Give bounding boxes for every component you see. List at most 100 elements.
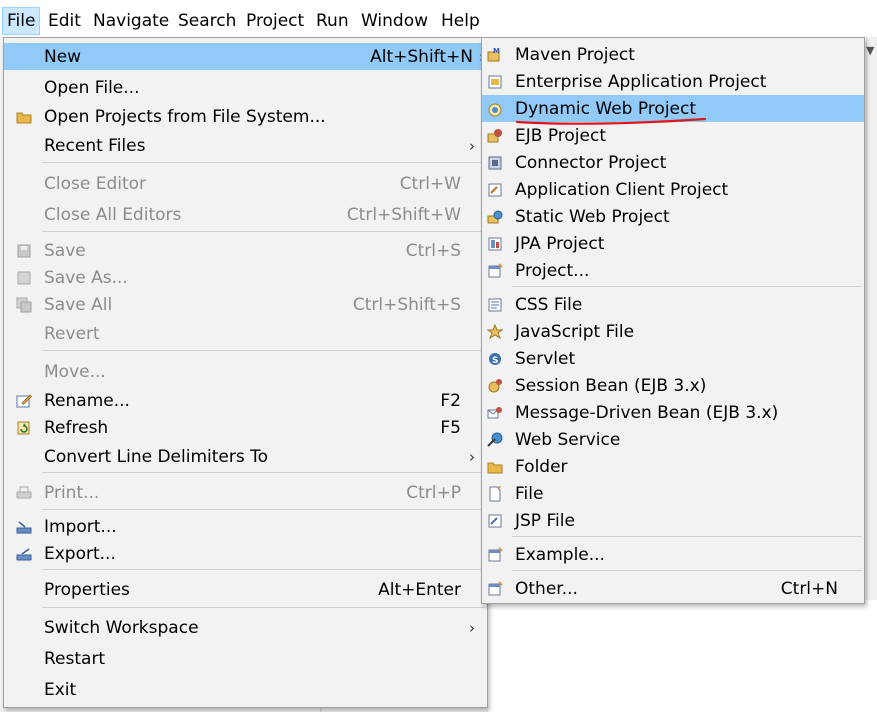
menu-item-open-projects[interactable]: Open Projects from File System...: [4, 103, 487, 130]
menu-separator: [42, 509, 485, 510]
folder-icon: [16, 112, 32, 124]
menu-item-refresh[interactable]: Refresh F5: [4, 414, 487, 441]
chevron-right-icon: ›: [469, 619, 475, 637]
menu-item-label: Print...: [44, 483, 100, 503]
menu-item-javascript-file[interactable]: JavaScript File: [482, 318, 864, 345]
menu-item-message-driven-bean[interactable]: Message-Driven Bean (EJB 3.x): [482, 399, 864, 426]
menu-item-css-file[interactable]: CSS File: [482, 291, 864, 318]
menu-item-maven-project[interactable]: M Maven Project: [482, 41, 864, 68]
menu-item-properties[interactable]: Properties Alt+Enter: [4, 576, 487, 603]
menu-item-label: JavaScript File: [515, 322, 635, 342]
menu-item-save-all[interactable]: Save All Ctrl+Shift+S: [4, 291, 487, 318]
project-icon: [488, 263, 503, 278]
menu-item-exit[interactable]: Exit: [4, 676, 487, 703]
chevron-right-icon: ›: [469, 137, 475, 155]
chevron-right-icon: ›: [469, 448, 475, 466]
dynamic-web-project-icon: [488, 103, 502, 117]
menu-separator: [512, 286, 862, 287]
menu-item-label: Properties: [44, 580, 130, 600]
menu-item-folder[interactable]: Folder: [482, 453, 864, 480]
menu-run[interactable]: Run: [316, 8, 349, 34]
menu-item-print[interactable]: Print... Ctrl+P: [4, 479, 487, 506]
menu-item-shortcut: Ctrl+W: [399, 174, 461, 194]
static-web-project-icon: [487, 210, 503, 224]
rename-icon: [16, 394, 32, 408]
menu-item-connector-project[interactable]: Connector Project: [482, 149, 864, 176]
menu-item-label: Enterprise Application Project: [515, 72, 767, 92]
menu-item-switch-workspace[interactable]: Switch Workspace ›: [4, 614, 487, 641]
menu-item-jsp-file[interactable]: JSP File: [482, 507, 864, 534]
menu-item-label: Session Bean (EJB 3.x): [515, 376, 707, 396]
css-file-icon: [488, 298, 502, 312]
javascript-file-icon: [487, 324, 503, 340]
menu-item-shortcut: Ctrl+N: [780, 579, 838, 599]
menu-item-label: Folder: [515, 457, 568, 477]
session-bean-icon: [488, 379, 502, 393]
annotation-underline: [515, 117, 707, 125]
menu-item-web-service[interactable]: Web Service: [482, 426, 864, 453]
ejb-project-icon: [487, 129, 502, 143]
menu-item-ejb-project[interactable]: EJB Project: [482, 122, 864, 149]
menu-item-label: EJB Project: [515, 126, 606, 146]
menu-help[interactable]: Help: [441, 8, 480, 34]
menu-edit[interactable]: Edit: [48, 8, 81, 34]
menu-item-static-web-project[interactable]: Static Web Project: [482, 203, 864, 230]
save-icon: [17, 244, 31, 258]
menu-item-label: Restart: [44, 649, 106, 669]
export-icon: [16, 548, 32, 561]
workbench-area: [488, 600, 877, 712]
menu-item-close-editor[interactable]: Close Editor Ctrl+W: [4, 170, 487, 197]
save-all-icon: [16, 297, 32, 313]
menu-item-shortcut: Alt+Enter: [378, 580, 461, 600]
menu-navigate[interactable]: Navigate: [93, 8, 169, 34]
message-driven-bean-icon: [487, 407, 502, 419]
menu-item-session-bean[interactable]: Session Bean (EJB 3.x): [482, 372, 864, 399]
print-icon: [16, 486, 32, 499]
menu-item-shortcut: F2: [440, 391, 461, 411]
menu-item-import[interactable]: Import...: [4, 513, 487, 540]
menu-item-label: Convert Line Delimiters To: [44, 447, 269, 467]
save-as-icon: [17, 271, 31, 285]
menu-item-application-client-project[interactable]: Application Client Project: [482, 176, 864, 203]
menu-item-enterprise-application-project[interactable]: Enterprise Application Project: [482, 68, 864, 95]
menu-item-convert-line-delimiters[interactable]: Convert Line Delimiters To ›: [4, 443, 487, 470]
menu-item-new[interactable]: New Alt+Shift+N ›: [4, 43, 487, 70]
menu-file[interactable]: File: [2, 7, 41, 35]
menu-window[interactable]: Window: [361, 8, 428, 34]
menu-item-shortcut: F5: [440, 418, 461, 438]
menu-item-file[interactable]: File: [482, 480, 864, 507]
menu-item-move[interactable]: Move...: [4, 358, 487, 385]
menu-item-close-all-editors[interactable]: Close All Editors Ctrl+Shift+W: [4, 201, 487, 228]
menu-item-open-file[interactable]: Open File...: [4, 74, 487, 101]
menu-item-project[interactable]: Project...: [482, 257, 864, 284]
menu-separator: [42, 350, 485, 351]
menu-item-label: JPA Project: [515, 234, 605, 254]
folder-icon: [487, 462, 503, 474]
menu-item-restart[interactable]: Restart: [4, 645, 487, 672]
menu-item-example[interactable]: Example...: [482, 541, 864, 568]
menu-item-export[interactable]: Export...: [4, 540, 487, 567]
menu-item-jpa-project[interactable]: JPA Project: [482, 230, 864, 257]
svg-text:M: M: [493, 47, 500, 55]
menu-item-label: Move...: [44, 362, 106, 382]
menu-item-label: Save As...: [44, 268, 128, 288]
connector-project-icon: [488, 156, 502, 170]
menu-item-save-as[interactable]: Save As...: [4, 264, 487, 291]
menu-item-label: Open File...: [44, 78, 140, 98]
chevron-down-icon[interactable]: ▼: [866, 44, 874, 57]
menu-item-label: Example...: [515, 545, 605, 565]
menu-item-rename[interactable]: Rename... F2: [4, 387, 487, 414]
menu-search[interactable]: Search: [178, 8, 236, 34]
menu-project[interactable]: Project: [246, 8, 304, 34]
menu-item-other[interactable]: Other... Ctrl+N: [482, 575, 864, 602]
menu-item-recent-files[interactable]: Recent Files ›: [4, 132, 487, 159]
example-icon: [488, 547, 503, 562]
menu-item-save[interactable]: Save Ctrl+S: [4, 237, 487, 264]
menu-item-servlet[interactable]: S Servlet: [482, 345, 864, 372]
menu-item-label: File: [515, 484, 544, 504]
menu-item-label: Recent Files: [44, 136, 146, 156]
menu-separator: [42, 231, 485, 232]
menu-item-label: Close Editor: [44, 174, 147, 194]
menu-separator: [512, 536, 862, 537]
menu-item-revert[interactable]: Revert: [4, 320, 487, 347]
